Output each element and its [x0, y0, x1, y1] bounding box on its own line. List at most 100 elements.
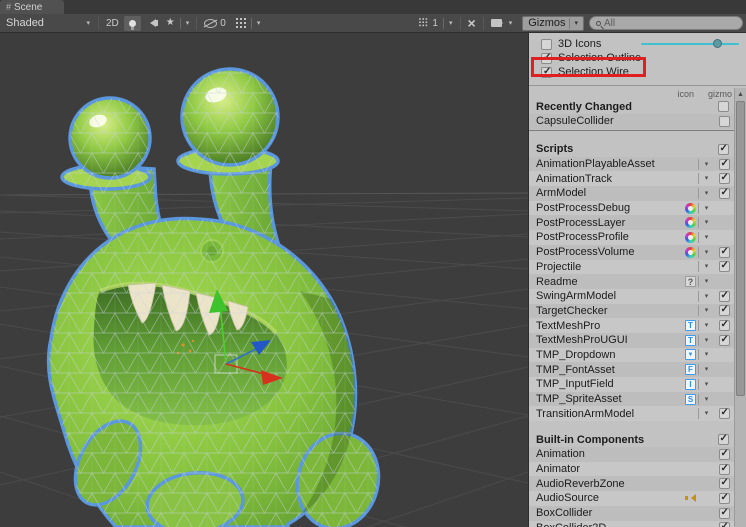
row-checkbox[interactable]: [719, 247, 730, 258]
row-gizmo-dropdown[interactable]: ▾: [698, 247, 714, 258]
row-checkbox[interactable]: [719, 291, 730, 302]
section-title: Built-in Components: [536, 434, 713, 446]
scene-tab-label: Scene: [14, 2, 42, 13]
row-checkbox[interactable]: [719, 449, 730, 460]
tab-scene[interactable]: # Scene: [0, 0, 64, 14]
row-gizmo-dropdown[interactable]: ▾: [698, 203, 714, 214]
scene-viewport[interactable]: [0, 33, 528, 527]
row-gizmo-dropdown[interactable]: ▾: [698, 320, 714, 331]
row-label: SwingArmModel: [536, 290, 683, 302]
section-checkbox-built-in-components[interactable]: [718, 434, 729, 445]
chevron-down-icon: ▾: [449, 20, 453, 27]
chevron-down-icon: ▾: [705, 381, 709, 388]
scrollbar-thumb[interactable]: [736, 101, 745, 396]
gizmo-row: TextMeshProT▾: [529, 318, 734, 333]
row-checkbox[interactable]: [719, 478, 730, 489]
hidden-objects-button[interactable]: 0: [199, 16, 231, 31]
row-checkbox-slot: [714, 247, 734, 258]
row-checkbox[interactable]: [719, 522, 730, 527]
row-icon-slot: ?: [683, 276, 698, 287]
row-gizmo-dropdown[interactable]: ▾: [698, 408, 714, 419]
gizmo-row: Readme?▾: [529, 274, 734, 289]
row-gizmo-dropdown[interactable]: ▾: [698, 159, 714, 170]
row-checkbox[interactable]: [719, 493, 730, 504]
row-gizmo-dropdown[interactable]: ▾: [698, 349, 714, 360]
row-label: TMP_SpriteAsset: [536, 393, 683, 405]
scene-search-field[interactable]: [589, 16, 743, 30]
row-checkbox[interactable]: [719, 320, 730, 331]
section-checkbox-recently-changed[interactable]: [718, 101, 729, 112]
gizmo-row: Animator: [529, 462, 734, 477]
icons-size-slider[interactable]: [641, 43, 739, 45]
row-gizmo-dropdown[interactable]: ▾: [698, 305, 714, 316]
row-icon-slot: [683, 247, 698, 258]
postprocess-icon: [685, 217, 696, 228]
gizmo-row: PostProcessProfile ▾: [529, 230, 734, 245]
snap-settings-button[interactable]: 1 ▾: [414, 16, 457, 31]
row-icon-slot: F: [683, 364, 698, 375]
option-checkbox-3d-icons[interactable]: [541, 39, 552, 50]
toggle-2d-button[interactable]: 2D: [101, 16, 124, 31]
grid-visibility-button[interactable]: ▾: [231, 16, 266, 31]
row-gizmo-dropdown[interactable]: ▾: [698, 217, 714, 228]
row-gizmo-dropdown[interactable]: ▾: [698, 364, 714, 375]
section-gizmo-toggle: [713, 434, 733, 445]
row-gizmo-dropdown[interactable]: ▾: [698, 188, 714, 199]
textmeshpro-icon: ▼: [685, 349, 696, 360]
annotation-highlight: [531, 57, 646, 77]
editor-tools-button[interactable]: ×: [463, 16, 481, 31]
row-gizmo-dropdown[interactable]: ▾: [698, 232, 714, 243]
section-header-built-in-components: Built-in Components: [529, 432, 734, 447]
row-label: AnimationTrack: [536, 173, 683, 185]
row-gizmo-dropdown[interactable]: ▾: [698, 379, 714, 390]
row-checkbox[interactable]: [719, 335, 730, 346]
camera-settings-button[interactable]: ▾: [486, 16, 518, 31]
row-label: PostProcessProfile: [536, 231, 683, 243]
shading-mode-dropdown[interactable]: Shaded ▾: [0, 14, 96, 32]
row-checkbox[interactable]: [719, 188, 730, 199]
search-input[interactable]: [604, 18, 736, 29]
row-checkbox-slot: [714, 173, 734, 184]
readme-question-icon: ?: [685, 276, 696, 287]
chevron-down-icon: ▾: [186, 20, 190, 27]
toolbar-divider: [98, 17, 99, 30]
gizmo-row: TargetChecker▾: [529, 304, 734, 319]
row-checkbox[interactable]: [719, 173, 730, 184]
lighting-toggle-button[interactable]: [124, 16, 141, 31]
gizmo-row: ArmModel▾: [529, 186, 734, 201]
row-checkbox[interactable]: [719, 305, 730, 316]
row-gizmo-dropdown[interactable]: ▾: [698, 261, 714, 272]
slider-handle[interactable]: [713, 39, 722, 48]
section-checkbox-scripts[interactable]: [718, 144, 729, 155]
row-checkbox[interactable]: [719, 408, 730, 419]
scrollbar-up-arrow[interactable]: ▲: [735, 88, 746, 100]
row-gizmo-dropdown[interactable]: ▾: [698, 173, 714, 184]
gizmo-row: Animation: [529, 447, 734, 462]
row-checkbox[interactable]: [719, 464, 730, 475]
row-icon-slot: [683, 232, 698, 243]
row-gizmo-dropdown[interactable]: ▾: [698, 291, 714, 302]
gizmo-row: AudioReverbZone: [529, 476, 734, 491]
row-gizmo-dropdown[interactable]: ▾: [698, 394, 714, 405]
row-checkbox[interactable]: [719, 261, 730, 272]
row-checkbox-slot: [714, 408, 734, 419]
gizmo-row: PostProcessDebug▾: [529, 201, 734, 216]
chevron-down-icon: ▾: [705, 293, 709, 300]
row-checkbox[interactable]: [719, 508, 730, 519]
row-checkbox[interactable]: [719, 116, 730, 127]
row-checkbox[interactable]: [719, 159, 730, 170]
row-gizmo-dropdown[interactable]: ▾: [698, 276, 714, 287]
textmeshpro-icon: T: [685, 320, 696, 331]
panel-scrollbar[interactable]: ▲: [734, 88, 746, 527]
effects-toggle-button[interactable]: ★ ▾: [161, 16, 194, 31]
audio-toggle-button[interactable]: [141, 16, 161, 31]
gizmo-option-3d-icons[interactable]: 3D Icons: [529, 37, 746, 51]
gizmos-dropdown-button[interactable]: Gizmos ▾: [522, 16, 584, 31]
gizmo-row: AudioSource: [529, 491, 734, 506]
gizmo-row: TMP_Dropdown▼▾: [529, 348, 734, 363]
button-divider: [443, 18, 444, 29]
chevron-down-icon: ▾: [705, 396, 709, 403]
row-gizmo-dropdown: [698, 508, 714, 519]
gizmos-button-label: Gizmos: [528, 17, 565, 29]
row-gizmo-dropdown[interactable]: ▾: [698, 335, 714, 346]
